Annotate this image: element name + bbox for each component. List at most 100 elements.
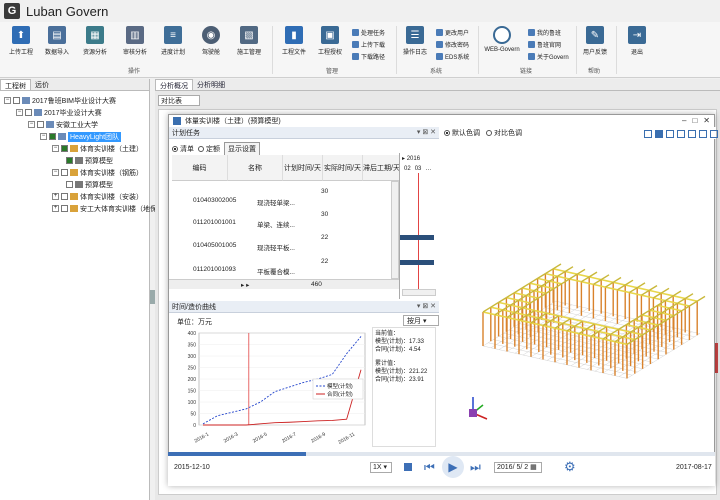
tree-node[interactable]: −2017鲁班BIM毕业设计大赛	[4, 95, 116, 106]
log-icon: ☰	[406, 26, 424, 44]
data-import-button[interactable]: ▤ 数据导入	[38, 26, 76, 56]
display-settings-button[interactable]: 显示设置	[224, 142, 260, 156]
speed-select[interactable]: 1X ▾	[370, 462, 392, 473]
radio-compare-color[interactable]: 对比色调	[486, 128, 522, 138]
x-tick-label: 2016-7	[281, 431, 298, 444]
construction-icon: ▧	[240, 26, 258, 44]
gantt-scrollbar[interactable]	[402, 289, 436, 296]
about-govern-link[interactable]: 关于Govern	[528, 52, 569, 61]
view-box-icon[interactable]	[644, 130, 652, 138]
rewind-button[interactable]: ⏮	[424, 460, 435, 475]
beam	[521, 282, 531, 289]
beam	[648, 285, 658, 291]
luban-official-link[interactable]: 鲁班官网	[528, 40, 561, 49]
tree-node[interactable]: + 安工大体育实训楼（地保水	[52, 203, 164, 214]
divider	[478, 26, 479, 74]
main-tabs: 分析概况 分析明细	[155, 79, 720, 91]
fast-forward-button[interactable]: ⏭	[470, 460, 481, 475]
download-path-button[interactable]: 下载路径	[352, 52, 385, 61]
tree-node[interactable]: + 体育实训楼（安装）	[52, 191, 143, 202]
period-select[interactable]: 按月 ▾	[403, 315, 439, 326]
web-govern-button[interactable]: WEB-Govern	[480, 26, 524, 53]
y-tick-label: 250	[188, 366, 197, 372]
beam	[613, 281, 626, 286]
beam	[569, 273, 578, 280]
project-files-button[interactable]: ▮ 工程文件	[275, 26, 313, 56]
tree-node[interactable]: − 体育实训楼（钢筋）	[52, 167, 143, 178]
beam	[600, 274, 610, 281]
gantt-bar[interactable]	[400, 235, 434, 240]
file-icon: ▮	[285, 26, 303, 44]
process-task-button[interactable]: 处理任务	[352, 28, 385, 37]
tree-node[interactable]: 预算模型	[66, 155, 113, 166]
beam	[581, 280, 594, 286]
tree-node[interactable]: − 体育实训楼（土建）	[52, 143, 143, 154]
radio-list[interactable]: 清单	[172, 144, 194, 154]
upload-project-button[interactable]: ⬆ 上传工程	[2, 26, 40, 56]
change-password-button[interactable]: 修改密码	[436, 40, 469, 49]
beam	[625, 284, 638, 289]
timeline-track[interactable]	[168, 452, 715, 456]
beam	[672, 290, 682, 297]
tree-node[interactable]: − 安徽工业大学	[28, 119, 98, 130]
radio-default-color[interactable]: 默认色调	[444, 128, 480, 138]
date-picker[interactable]: 2016/ 5/ 2 ▦	[494, 462, 542, 473]
upload-download-button[interactable]: 上传下载	[352, 40, 385, 49]
beam	[494, 313, 508, 319]
group-help-label: 帮助	[588, 69, 601, 75]
beam	[574, 325, 587, 330]
beam	[549, 280, 562, 285]
view-select-icon[interactable]	[677, 130, 685, 138]
resource-icon: ▦	[86, 26, 104, 44]
operation-log-button[interactable]: ☰ 操作日志	[396, 26, 434, 56]
task-icon	[352, 29, 359, 36]
stop-button[interactable]	[404, 463, 412, 471]
tree-node-selected[interactable]: − HeavyLight团队	[40, 131, 122, 142]
tree-node[interactable]: 预算模型	[66, 179, 113, 190]
footer-arrow: ▸ ▸	[241, 282, 250, 289]
panel-pin-close-icon[interactable]: ▾ ⊠ ✕	[417, 302, 436, 310]
view-move-icon[interactable]	[688, 130, 696, 138]
my-luban-link[interactable]: 我的鲁班	[528, 28, 561, 37]
dashboard-button[interactable]: ◉ 驾驶舱	[192, 26, 230, 56]
view-solid-icon[interactable]	[655, 130, 663, 138]
tab-price[interactable]: 远价	[31, 79, 53, 90]
project-auth-button[interactable]: ▣ 工程授权	[311, 26, 349, 56]
view-wire-icon[interactable]	[666, 130, 674, 138]
view-settings-icon[interactable]	[699, 130, 707, 138]
exit-button[interactable]: ⇥ 退出	[618, 26, 656, 56]
col-delay: 滞后工期/天	[363, 155, 401, 181]
3d-viewport[interactable]	[445, 141, 713, 447]
eds-system-button[interactable]: EDS系统	[436, 52, 469, 61]
beam	[482, 311, 496, 316]
play-button[interactable]: ▶	[442, 456, 464, 478]
app-window-icon	[173, 117, 181, 125]
globe-icon	[493, 26, 511, 44]
tab-analysis-overview[interactable]: 分析概况	[155, 79, 193, 90]
change-user-button[interactable]: 更改用户	[436, 28, 469, 37]
progress-plan-button[interactable]: ≡ 进度计划	[154, 26, 192, 56]
view-fit-icon[interactable]	[710, 130, 718, 138]
beam	[598, 330, 611, 335]
radio-quota[interactable]: 定额	[198, 144, 220, 154]
minimize-icon[interactable]: –	[682, 116, 686, 125]
resource-analysis-button[interactable]: ▦ 资源分析	[76, 26, 114, 56]
compare-select[interactable]: 对比表	[158, 95, 200, 106]
audit-analysis-button[interactable]: ▥ 审核分析	[116, 26, 154, 56]
tab-analysis-detail[interactable]: 分析明细	[193, 79, 229, 90]
user-feedback-button[interactable]: ✎ 用户反馈	[576, 26, 614, 56]
tree-node[interactable]: −2017毕业设计大赛	[16, 107, 102, 118]
settings-gear-icon[interactable]: ⚙	[564, 459, 576, 475]
maximize-icon[interactable]: □	[692, 116, 697, 125]
panel-pin-close-icon[interactable]: ▾ ⊠ ✕	[417, 128, 436, 136]
tab-project-tree[interactable]: 工程树	[0, 79, 31, 90]
beam	[577, 273, 590, 278]
x-tick-label: 2016-3	[223, 431, 240, 444]
gantt-bar[interactable]	[400, 260, 434, 265]
col-plan: 计划时间/天	[283, 155, 323, 181]
beam	[541, 285, 554, 290]
table-scrollbar[interactable]	[391, 181, 399, 279]
divider	[616, 26, 617, 74]
construction-mgmt-button[interactable]: ▧ 施工管理	[230, 26, 268, 56]
close-icon[interactable]: ✕	[703, 116, 710, 125]
